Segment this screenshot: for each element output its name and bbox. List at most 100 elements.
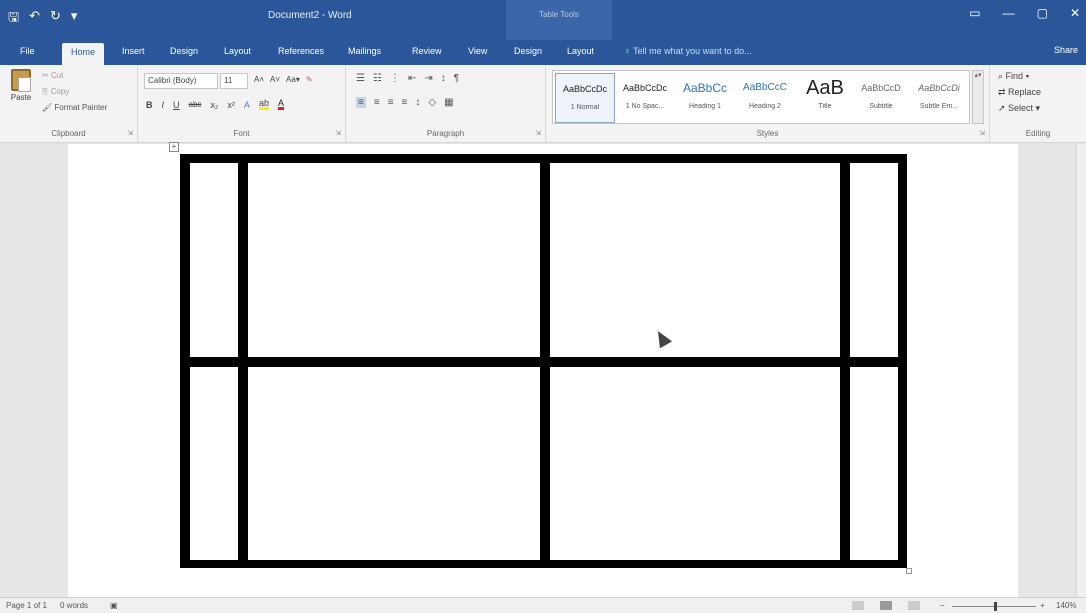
line-spacing-button[interactable]: ↕ bbox=[415, 97, 420, 108]
redo-icon[interactable]: ↻ bbox=[50, 8, 61, 30]
tell-me-search[interactable]: ♀ Tell me what you want to do... bbox=[624, 46, 752, 56]
table-cell-r2-c1[interactable] bbox=[190, 367, 238, 560]
style-heading-1[interactable]: AaBbCc Heading 1 bbox=[675, 73, 735, 123]
style-name: 1 No Spac... bbox=[625, 103, 665, 110]
read-mode-icon[interactable] bbox=[852, 601, 864, 610]
bold-button[interactable]: B bbox=[146, 100, 153, 110]
table-cell-r1-c2[interactable] bbox=[248, 163, 540, 357]
tab-review[interactable]: Review bbox=[412, 46, 442, 56]
tab-layout[interactable]: Layout bbox=[224, 46, 251, 56]
table-cell-r1-c4[interactable] bbox=[850, 163, 898, 357]
sort-button[interactable]: ↕ bbox=[441, 73, 446, 84]
bullets-button[interactable]: ☰ bbox=[356, 73, 365, 84]
find-button[interactable]: ⌕ Find ▾ bbox=[998, 71, 1029, 82]
subscript-button[interactable]: x₂ bbox=[210, 100, 218, 110]
replace-label: Replace bbox=[1008, 87, 1042, 97]
replace-button[interactable]: ⇄ Replace bbox=[998, 87, 1041, 98]
multilevel-list-button[interactable]: ⋮ bbox=[390, 73, 400, 84]
copy-icon: ⎘ bbox=[42, 87, 51, 96]
zoom-out-button[interactable]: − bbox=[940, 601, 945, 610]
decrease-indent-button[interactable]: ⇤ bbox=[408, 73, 416, 84]
web-layout-icon[interactable] bbox=[908, 601, 920, 610]
font-size-box[interactable]: 11 bbox=[220, 73, 248, 89]
style-heading-2[interactable]: AaBbCcC Heading 2 bbox=[735, 73, 795, 123]
table-tools-label: Table Tools bbox=[539, 10, 579, 19]
superscript-button[interactable]: x² bbox=[227, 100, 235, 110]
show-marks-button[interactable]: ¶ bbox=[454, 73, 459, 84]
align-right-button[interactable]: ≡ bbox=[388, 97, 394, 108]
tab-view[interactable]: View bbox=[468, 46, 487, 56]
style-name: Title bbox=[818, 103, 832, 110]
table-resize-handle[interactable] bbox=[906, 568, 912, 574]
proofing-icon[interactable]: ▣ bbox=[110, 601, 118, 610]
shrink-font-button[interactable]: A˅ bbox=[270, 75, 280, 84]
tab-mailings[interactable]: Mailings bbox=[348, 46, 381, 56]
tab-references[interactable]: References bbox=[278, 46, 324, 56]
table-cell-r2-c4[interactable] bbox=[850, 367, 898, 560]
document-table[interactable] bbox=[180, 154, 907, 568]
grow-font-button[interactable]: A˄ bbox=[254, 75, 264, 84]
table-cell-r1-c1[interactable] bbox=[190, 163, 238, 357]
share-button[interactable]: Share bbox=[1054, 45, 1078, 55]
numbering-button[interactable]: ☷ bbox=[373, 73, 382, 84]
style-title[interactable]: AaB Title bbox=[795, 73, 855, 123]
text-effects-button[interactable]: A bbox=[244, 100, 250, 110]
align-left-button[interactable]: ≡ bbox=[356, 97, 366, 108]
tab-table-layout[interactable]: Layout bbox=[567, 46, 594, 56]
style-subtle-emphasis[interactable]: AaBbCcDi Subtle Em... bbox=[909, 73, 969, 123]
paste-button[interactable]: Paste bbox=[6, 69, 36, 102]
table-cell-r2-c3[interactable] bbox=[550, 367, 840, 560]
tab-design[interactable]: Design bbox=[170, 46, 198, 56]
font-launcher-icon[interactable]: ⇲ bbox=[335, 129, 341, 137]
font-name-box[interactable]: Calibri (Body) bbox=[144, 73, 218, 89]
zoom-slider-thumb[interactable] bbox=[994, 602, 997, 611]
minimize-button[interactable]: — bbox=[1003, 6, 1015, 20]
word-count[interactable]: 0 words bbox=[60, 601, 88, 610]
justify-button[interactable]: ≡ bbox=[402, 97, 408, 108]
font-color-button[interactable]: A bbox=[277, 99, 284, 110]
italic-button[interactable]: I bbox=[162, 100, 165, 110]
highlight-button[interactable]: ab bbox=[258, 99, 269, 110]
save-icon[interactable]: 🖫 bbox=[8, 8, 19, 30]
tab-table-design[interactable]: Design bbox=[514, 46, 542, 56]
format-painter-button[interactable]: 🖌 Format Painter bbox=[42, 103, 107, 112]
change-case-button[interactable]: Aa▾ bbox=[286, 75, 300, 84]
borders-button[interactable]: ▦ bbox=[444, 97, 453, 108]
style-name: Heading 1 bbox=[689, 103, 721, 110]
vertical-scrollbar[interactable] bbox=[1076, 144, 1086, 597]
zoom-level[interactable]: 140% bbox=[1056, 601, 1076, 610]
style-name: Subtle Em... bbox=[919, 103, 959, 110]
shading-button[interactable]: ◇ bbox=[428, 97, 436, 108]
maximize-button[interactable]: ▢ bbox=[1037, 6, 1048, 20]
table-move-handle-icon[interactable]: + bbox=[169, 142, 179, 152]
styles-gallery-scroll[interactable]: ▴▾ bbox=[972, 70, 984, 124]
style-normal[interactable]: AaBbCcDc 1 Normal bbox=[555, 73, 615, 123]
copy-button[interactable]: ⎘ Copy bbox=[42, 87, 69, 97]
zoom-in-button[interactable]: + bbox=[1040, 601, 1045, 610]
table-cell-r2-c2[interactable] bbox=[248, 367, 540, 560]
styles-launcher-icon[interactable]: ⇲ bbox=[979, 129, 985, 137]
cut-button[interactable]: ✂ Cut bbox=[42, 71, 63, 80]
center-button[interactable]: ≡ bbox=[374, 97, 380, 108]
undo-icon[interactable]: ↶ bbox=[29, 8, 40, 30]
style-sample: AaBbCcDc bbox=[562, 84, 607, 94]
page-count[interactable]: Page 1 of 1 bbox=[6, 601, 47, 610]
clipboard-launcher-icon[interactable]: ⇲ bbox=[127, 129, 133, 137]
table-tools-group: Table Tools bbox=[506, 0, 612, 40]
close-button[interactable]: ✕ bbox=[1070, 6, 1080, 20]
underline-button[interactable]: U bbox=[173, 100, 180, 110]
table-cell-r1-c3[interactable] bbox=[550, 163, 840, 357]
strikethrough-button[interactable]: abc bbox=[189, 100, 202, 109]
increase-indent-button[interactable]: ⇥ bbox=[424, 73, 432, 84]
clear-formatting-icon[interactable]: ✎ bbox=[306, 75, 313, 84]
tab-home[interactable]: Home bbox=[62, 43, 105, 65]
tab-insert[interactable]: Insert bbox=[122, 46, 145, 56]
style-no-spacing[interactable]: AaBbCcDc 1 No Spac... bbox=[615, 73, 675, 123]
paragraph-launcher-icon[interactable]: ⇲ bbox=[535, 129, 541, 137]
ribbon-display-options-button[interactable]: ▭ bbox=[969, 6, 980, 20]
print-layout-icon[interactable] bbox=[880, 601, 892, 610]
select-button[interactable]: ➚ Select ▾ bbox=[998, 103, 1040, 114]
customize-qat-icon[interactable]: ▾ bbox=[71, 8, 78, 30]
tab-file[interactable]: File bbox=[20, 46, 35, 56]
style-subtitle[interactable]: AaBbCcD Subtitle bbox=[851, 73, 911, 123]
